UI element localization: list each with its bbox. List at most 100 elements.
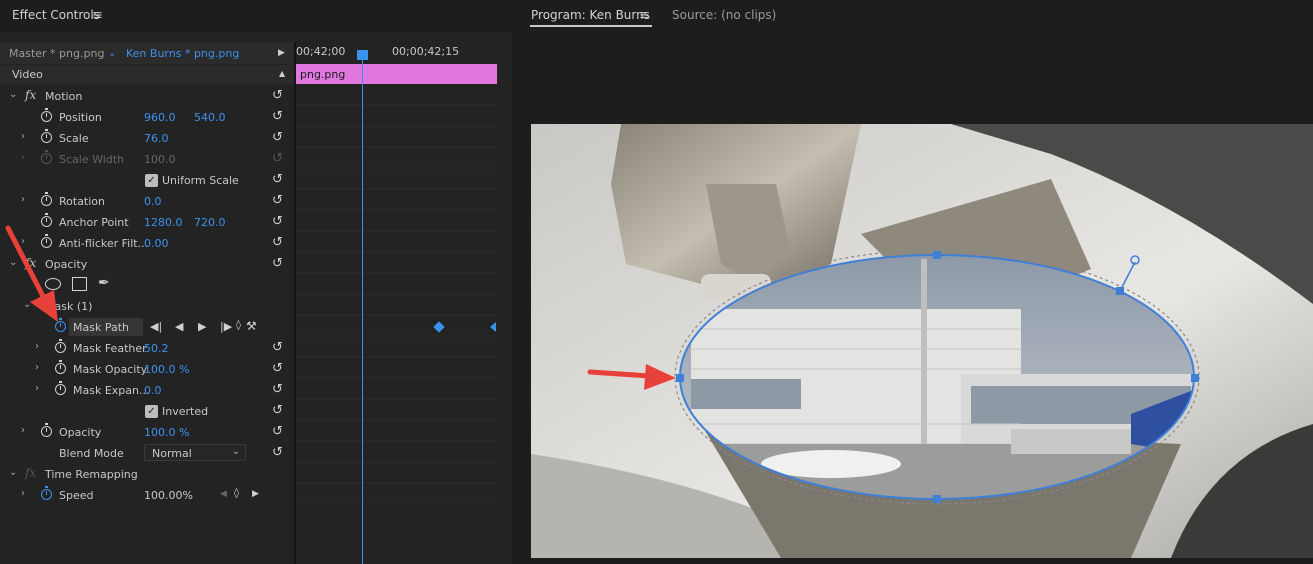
- active-tab-underline: [530, 25, 652, 27]
- reset-icon[interactable]: ↺: [272, 403, 283, 418]
- speed-add-keyframe-icon[interactable]: ◊: [234, 488, 239, 499]
- motion-label: Motion: [45, 90, 83, 103]
- reset-icon[interactable]: ↺: [272, 193, 283, 208]
- reset-icon[interactable]: ↺: [272, 214, 283, 229]
- scale-row: › Scale 76.0 ↺: [0, 128, 294, 149]
- reset-icon: ↺: [272, 151, 283, 166]
- scale-width-value: 100.0: [144, 153, 176, 166]
- reset-icon[interactable]: ↺: [272, 445, 283, 460]
- source-tab[interactable]: Source: (no clips): [672, 8, 776, 22]
- play-triangle-icon[interactable]: ▶: [278, 48, 285, 58]
- rotation-value[interactable]: 0.0: [144, 195, 162, 208]
- mask-feather-value[interactable]: 50.2: [144, 342, 169, 355]
- chevron-down-icon[interactable]: ⌄: [9, 89, 17, 100]
- reset-icon[interactable]: ↺: [272, 88, 283, 103]
- panel-menu-icon[interactable]: ≡: [639, 8, 650, 23]
- reset-icon[interactable]: ↺: [272, 109, 283, 124]
- reset-icon[interactable]: ↺: [272, 424, 283, 439]
- blend-mode-label: Blend Mode: [59, 447, 124, 460]
- playhead-line[interactable]: [362, 56, 363, 564]
- clip-tabs: Master * png.png ⌄ Ken Burns * png.png ▶: [0, 42, 294, 64]
- scroll-up-icon[interactable]: ▲: [279, 69, 285, 78]
- anchor-x-value[interactable]: 1280.0: [144, 216, 183, 229]
- anti-flicker-label: Anti-flicker Filt...: [59, 237, 149, 250]
- track-forward-icon[interactable]: ▶: [198, 320, 206, 333]
- chevron-right-icon[interactable]: ›: [35, 341, 39, 352]
- opacity-value[interactable]: 100.0 %: [144, 426, 189, 439]
- speed-prev-keyframe-icon[interactable]: ◀: [220, 489, 227, 499]
- stopwatch-icon: [41, 150, 52, 164]
- track-backward-icon[interactable]: ◀: [175, 320, 183, 333]
- stopwatch-icon[interactable]: [55, 360, 66, 374]
- mask-path-keyframe-edge[interactable]: [490, 322, 496, 332]
- effect-controls-header: Effect Controls ≡: [0, 0, 512, 32]
- uniform-scale-checkbox[interactable]: ✓: [145, 174, 158, 187]
- clip-bar[interactable]: png.png: [296, 64, 497, 84]
- stopwatch-icon[interactable]: [41, 423, 52, 437]
- speed-value[interactable]: 100.00%: [144, 489, 193, 502]
- sequence-dropdown-icon[interactable]: ⌄: [108, 48, 116, 59]
- mask-expansion-row: › Mask Expan... 0.0 ↺: [0, 380, 294, 401]
- reset-icon[interactable]: ↺: [272, 382, 283, 397]
- stopwatch-icon[interactable]: [41, 192, 52, 206]
- chevron-right-icon[interactable]: ›: [21, 194, 25, 205]
- reset-icon[interactable]: ↺: [272, 130, 283, 145]
- stopwatch-icon[interactable]: [55, 339, 66, 353]
- program-monitor-panel: Program: Ken Burns ≡ Source: (no clips): [516, 0, 1313, 564]
- sequence-clip-tab[interactable]: Ken Burns * png.png: [126, 47, 239, 60]
- reset-icon[interactable]: ↺: [272, 361, 283, 376]
- rotation-row: › Rotation 0.0 ↺: [0, 191, 294, 212]
- fx-icon[interactable]: fx: [25, 466, 36, 480]
- chevron-right-icon[interactable]: ›: [35, 362, 39, 373]
- track-settings-icon[interactable]: ⚒: [246, 319, 257, 333]
- motion-row[interactable]: ⌄ fx Motion ↺: [0, 86, 294, 107]
- position-y-value[interactable]: 540.0: [194, 111, 226, 124]
- chevron-right-icon: ›: [21, 152, 25, 163]
- mask-expansion-value[interactable]: 0.0: [144, 384, 162, 397]
- inverted-row: ✓ Inverted ↺: [0, 401, 294, 422]
- panel-menu-icon[interactable]: ≡: [92, 8, 103, 23]
- effect-timeline[interactable]: 00;42;00 00;00;42;15 png.png: [296, 42, 512, 564]
- video-preview[interactable]: [531, 124, 1313, 558]
- playhead-handle[interactable]: [357, 50, 368, 60]
- rectangle-mask-icon[interactable]: [72, 277, 87, 291]
- mask-opacity-value[interactable]: 100.0 %: [144, 363, 189, 376]
- time-remapping-row[interactable]: ⌄ fx Time Remapping: [0, 464, 294, 485]
- rotation-label: Rotation: [59, 195, 106, 208]
- video-section-label: Video: [12, 68, 43, 81]
- scale-width-row: › Scale Width 100.0 ↺: [0, 149, 294, 170]
- speed-next-keyframe-icon[interactable]: ▶: [252, 489, 259, 499]
- reset-icon[interactable]: ↺: [272, 172, 283, 187]
- annotation-arrow-icon: [5, 225, 58, 322]
- anchor-y-value[interactable]: 720.0: [194, 216, 226, 229]
- uniform-scale-label: Uniform Scale: [162, 174, 239, 187]
- track-backward-all-icon[interactable]: ◀|: [150, 320, 162, 333]
- inverted-checkbox[interactable]: ✓: [145, 405, 158, 418]
- chevron-right-icon[interactable]: ›: [21, 488, 25, 499]
- mask-opacity-label: Mask Opacity: [73, 363, 148, 376]
- position-x-value[interactable]: 960.0: [144, 111, 176, 124]
- anti-flicker-value[interactable]: 0.00: [144, 237, 169, 250]
- track-forward-all-icon[interactable]: |▶: [220, 320, 232, 333]
- chevron-right-icon[interactable]: ›: [21, 425, 25, 436]
- effect-controls-tab[interactable]: Effect Controls: [12, 8, 100, 22]
- keyframe-toggle-icon[interactable]: ◊: [236, 320, 241, 331]
- reset-icon[interactable]: ↺: [272, 235, 283, 250]
- scale-value[interactable]: 76.0: [144, 132, 169, 145]
- program-tab[interactable]: Program: Ken Burns: [531, 8, 650, 22]
- chevron-right-icon[interactable]: ›: [21, 131, 25, 142]
- master-clip-tab[interactable]: Master * png.png: [9, 47, 104, 60]
- stopwatch-icon[interactable]: [41, 108, 52, 122]
- pen-mask-icon[interactable]: ✒: [98, 275, 110, 291]
- blend-mode-select[interactable]: Normal ⌄: [144, 444, 246, 461]
- anchor-point-label: Anchor Point: [59, 216, 129, 229]
- stopwatch-icon[interactable]: [41, 129, 52, 143]
- stopwatch-icon[interactable]: [55, 381, 66, 395]
- fx-icon[interactable]: fx: [25, 88, 36, 102]
- stopwatch-icon[interactable]: [41, 486, 52, 500]
- chevron-down-icon[interactable]: ⌄: [9, 467, 17, 478]
- chevron-right-icon[interactable]: ›: [35, 383, 39, 394]
- reset-icon[interactable]: ↺: [272, 340, 283, 355]
- position-row: Position 960.0 540.0 ↺: [0, 107, 294, 128]
- reset-icon[interactable]: ↺: [272, 256, 283, 271]
